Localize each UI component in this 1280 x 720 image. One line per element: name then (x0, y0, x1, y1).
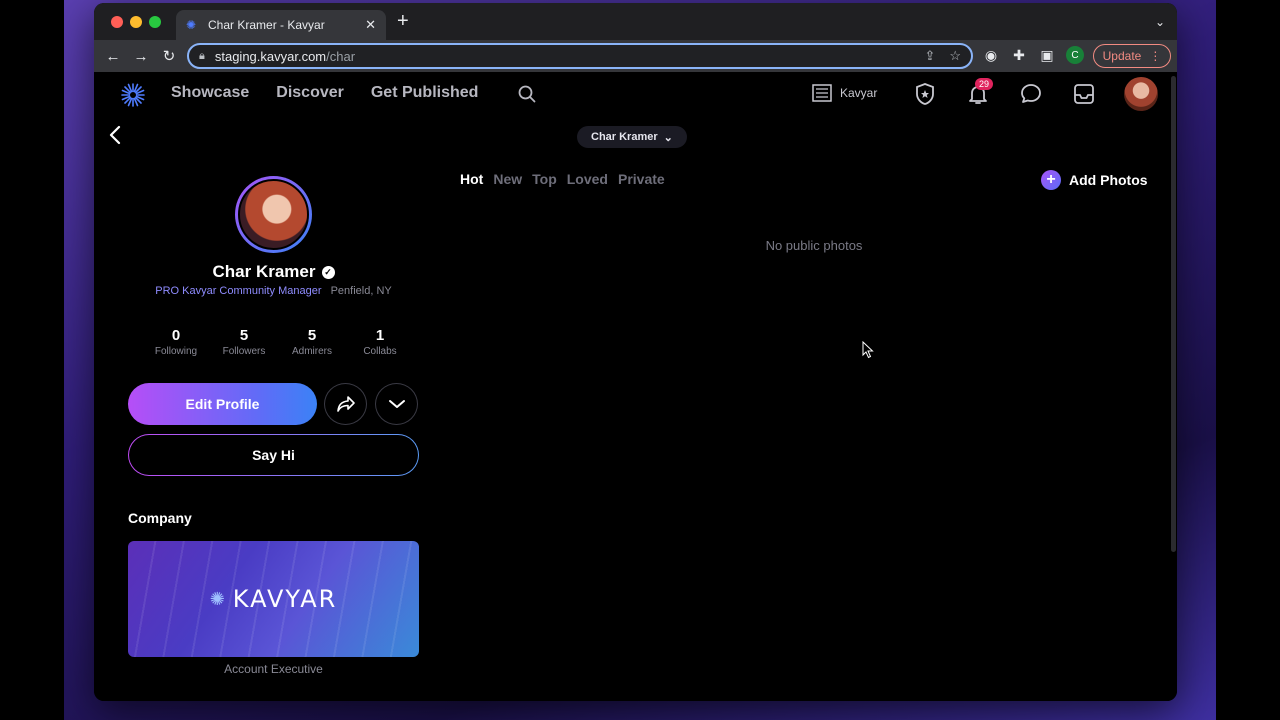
tab-hot[interactable]: Hot (460, 171, 483, 187)
back-arrow-icon[interactable]: ← (99, 48, 127, 65)
edit-profile-button[interactable]: Edit Profile (128, 383, 317, 425)
new-tab-icon[interactable]: + (397, 11, 409, 31)
stat-number: 5 (307, 327, 317, 344)
kavyar-favicon-icon: ✺ (186, 18, 197, 32)
company-role: Account Executive (224, 662, 323, 676)
more-vertical-icon: ⋮ (1149, 49, 1162, 63)
reload-icon[interactable]: ↻ (155, 47, 183, 65)
chat-bubble-icon[interactable] (1019, 82, 1043, 106)
minimize-window-button[interactable] (130, 16, 142, 28)
profile-role[interactable]: PRO Kavyar Community Manager (155, 285, 321, 297)
company-name: KAVYAR (232, 585, 338, 613)
stat-label: Followers (222, 346, 266, 357)
tab-top[interactable]: Top (532, 171, 557, 187)
newspaper-icon (812, 84, 832, 102)
page-content: Showcase Discover Get Published Kavyar 2… (94, 72, 1177, 701)
address-bar[interactable]: 🔒︎ staging.kavyar.com/char ⇪ ☆ (187, 43, 973, 69)
profile-switcher-label: Char Kramer (591, 131, 658, 143)
nav-link-get-published[interactable]: Get Published (371, 84, 479, 102)
profile-switcher[interactable]: Char Kramer ⌄ (577, 126, 687, 148)
plus-icon: + (1041, 170, 1061, 190)
profile-avatar (235, 176, 312, 253)
browser-profile-avatar[interactable]: C (1066, 46, 1084, 64)
stat-following[interactable]: 0 Following (142, 327, 210, 357)
maximize-window-button[interactable] (149, 16, 161, 28)
tab-strip: ✺ Char Kramer - Kavyar ✕ + ⌄ (94, 3, 1177, 40)
add-photos-button[interactable]: + Add Photos (1041, 170, 1148, 190)
stat-followers[interactable]: 5 Followers (210, 327, 278, 357)
desktop-edge-right (1216, 0, 1280, 720)
company-heading: Company (128, 510, 192, 526)
update-button[interactable]: Update ⋮ (1093, 44, 1171, 68)
stat-collabs[interactable]: 1 Collabs (346, 327, 414, 357)
shield-badge-icon[interactable] (913, 82, 937, 106)
url-host: staging.kavyar.com (214, 48, 327, 64)
stat-number: 1 (375, 327, 385, 344)
update-label: Update (1102, 49, 1142, 63)
say-hi-button[interactable]: Say Hi (128, 434, 419, 476)
stat-label: Admirers (291, 346, 332, 357)
browser-tab[interactable]: ✺ Char Kramer - Kavyar ✕ (176, 10, 386, 40)
notification-badge: 29 (975, 78, 994, 90)
extensions-puzzle-icon[interactable]: ✚ (1010, 47, 1028, 64)
studio-switch[interactable]: Kavyar (812, 84, 877, 102)
site-header: Showcase Discover Get Published Kavyar 2… (94, 72, 1177, 116)
stat-label: Following (154, 346, 198, 357)
tab-title: Char Kramer - Kavyar (208, 18, 325, 32)
nav-link-discover[interactable]: Discover (276, 84, 344, 102)
url-path: /char (326, 48, 356, 64)
tab-new[interactable]: New (493, 171, 522, 187)
profile-location: Penfield, NY (330, 285, 392, 297)
stat-number: 0 (171, 327, 181, 344)
more-options-button[interactable] (375, 383, 418, 425)
stat-label: Collabs (363, 346, 397, 357)
page-scrollbar[interactable] (1171, 76, 1176, 552)
add-photos-label: Add Photos (1069, 172, 1148, 188)
browser-toolbar: ← → ↻ 🔒︎ staging.kavyar.com/char ⇪ ☆ ◉ ✚… (94, 40, 1177, 72)
back-chevron-icon[interactable] (108, 124, 122, 146)
share-arrow-icon (336, 396, 355, 412)
share-icon[interactable]: ⇪ (924, 48, 935, 64)
studio-label: Kavyar (840, 86, 878, 100)
tab-private[interactable]: Private (618, 171, 665, 187)
kavyar-burst-icon: ✺ (209, 588, 227, 610)
close-tab-icon[interactable]: ✕ (365, 17, 376, 33)
browser-window: ✺ Char Kramer - Kavyar ✕ + ⌄ ← → ↻ 🔒︎ st… (94, 3, 1177, 701)
desktop-edge-left (0, 0, 64, 720)
search-icon[interactable] (518, 85, 536, 103)
verified-check-icon: ✓ (321, 265, 335, 279)
lock-icon: 🔒︎ (199, 49, 205, 62)
mouse-cursor-icon (862, 341, 874, 359)
extension-grammarly-icon[interactable]: ◉ (982, 47, 1000, 64)
stat-number: 5 (239, 327, 249, 344)
inbox-icon[interactable] (1072, 82, 1096, 106)
empty-state-text: No public photos (765, 238, 863, 253)
side-panel-icon[interactable]: ▣ (1038, 47, 1056, 64)
share-button[interactable] (324, 383, 367, 425)
tab-search-chevron-icon[interactable]: ⌄ (1155, 15, 1165, 29)
stat-admirers[interactable]: 5 Admirers (278, 327, 346, 357)
say-hi-label: Say Hi (129, 435, 418, 475)
forward-arrow-icon[interactable]: → (127, 48, 155, 65)
profile-stats: 0 Following 5 Followers 5 Admirers 1 Col… (142, 327, 414, 357)
chevron-down-icon: ⌄ (663, 131, 673, 144)
photo-tabs: Hot New Top Loved Private (460, 171, 665, 187)
chevron-down-icon (388, 400, 405, 408)
kavyar-logo-icon[interactable] (120, 82, 146, 108)
nav-link-showcase[interactable]: Showcase (171, 84, 249, 102)
close-window-button[interactable] (111, 16, 123, 28)
profile-name: Char Kramer (212, 262, 316, 281)
tab-loved[interactable]: Loved (567, 171, 608, 187)
user-avatar[interactable] (1124, 77, 1158, 111)
bookmark-star-icon[interactable]: ☆ (949, 48, 961, 64)
company-card[interactable]: ✺ KAVYAR (128, 541, 419, 657)
